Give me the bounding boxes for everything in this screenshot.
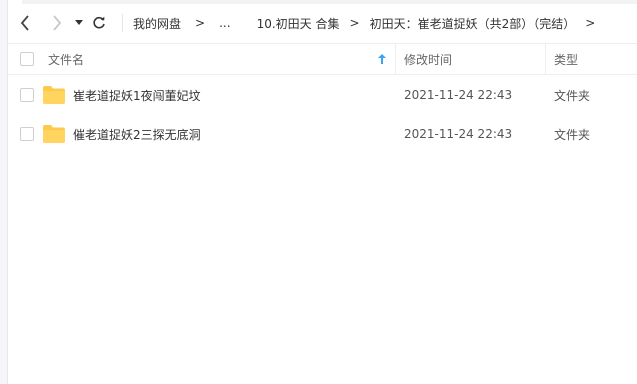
chevron-left-icon	[20, 15, 29, 31]
back-button[interactable]	[14, 12, 36, 34]
left-panel-edge	[0, 0, 8, 384]
chevron-right-icon	[53, 15, 62, 31]
forward-button[interactable]	[46, 12, 68, 34]
file-type: 文件夹	[554, 127, 591, 142]
history-dropdown-button[interactable]	[72, 12, 86, 34]
folder-icon	[43, 86, 65, 104]
file-name[interactable]: 崔老道捉妖1夜闯董妃坟	[73, 76, 201, 114]
navigation-bar: 我的网盘 > ... > 10.初田天 合集 > 初田天：崔老道捉妖（共2部）（…	[8, 6, 637, 40]
breadcrumb-more-arrow[interactable]: >	[585, 16, 595, 30]
refresh-icon	[93, 16, 105, 29]
breadcrumb-item-current: 初田天：崔老道捉妖（共2部）（完结）	[369, 16, 576, 31]
column-header-modified-label: 修改时间	[404, 52, 453, 67]
column-divider[interactable]	[395, 44, 396, 74]
breadcrumb-item-collection[interactable]: 10.初田天 合集	[257, 15, 340, 32]
breadcrumb: 我的网盘 > ... > 10.初田天 合集 > 初田天：崔老道捉妖（共2部）（…	[133, 15, 605, 32]
modified-time: 2021-11-24 22:43	[404, 127, 513, 141]
column-header-modified[interactable]: 修改时间	[404, 44, 452, 74]
table-row[interactable]: 崔老道捉妖1夜闯董妃坟 2021-11-24 22:43 文件夹	[8, 76, 637, 114]
column-header-type[interactable]: 类型	[554, 44, 578, 74]
top-strip	[22, 0, 637, 4]
table-row[interactable]: 催老道捉妖2三探无底洞 2021-11-24 22:43 文件夹	[8, 115, 637, 153]
select-all-checkbox[interactable]	[20, 52, 34, 66]
file-list-header: 文件名 修改时间 类型	[8, 43, 637, 75]
breadcrumb-separator: >	[349, 16, 360, 30]
dropdown-caret-icon	[75, 20, 83, 25]
sort-indicator[interactable]	[378, 44, 386, 74]
column-header-name-label: 文件名	[48, 52, 85, 67]
sort-up-arrow-icon	[378, 54, 386, 64]
column-header-type-label: 类型	[554, 52, 579, 67]
file-type: 文件夹	[554, 88, 591, 103]
column-divider[interactable]	[545, 44, 546, 74]
folder-icon	[43, 125, 65, 143]
breadcrumb-item-root[interactable]: 我的网盘	[133, 15, 181, 32]
breadcrumb-item-ellipsis[interactable]: ...	[219, 16, 230, 30]
nav-divider	[122, 14, 123, 32]
row-checkbox[interactable]	[20, 88, 34, 102]
refresh-button[interactable]	[88, 12, 110, 34]
row-checkbox[interactable]	[20, 127, 34, 141]
modified-time: 2021-11-24 22:43	[404, 88, 513, 102]
file-name[interactable]: 催老道捉妖2三探无底洞	[73, 115, 201, 153]
column-header-name[interactable]: 文件名	[48, 44, 84, 74]
breadcrumb-separator: >	[195, 16, 206, 30]
